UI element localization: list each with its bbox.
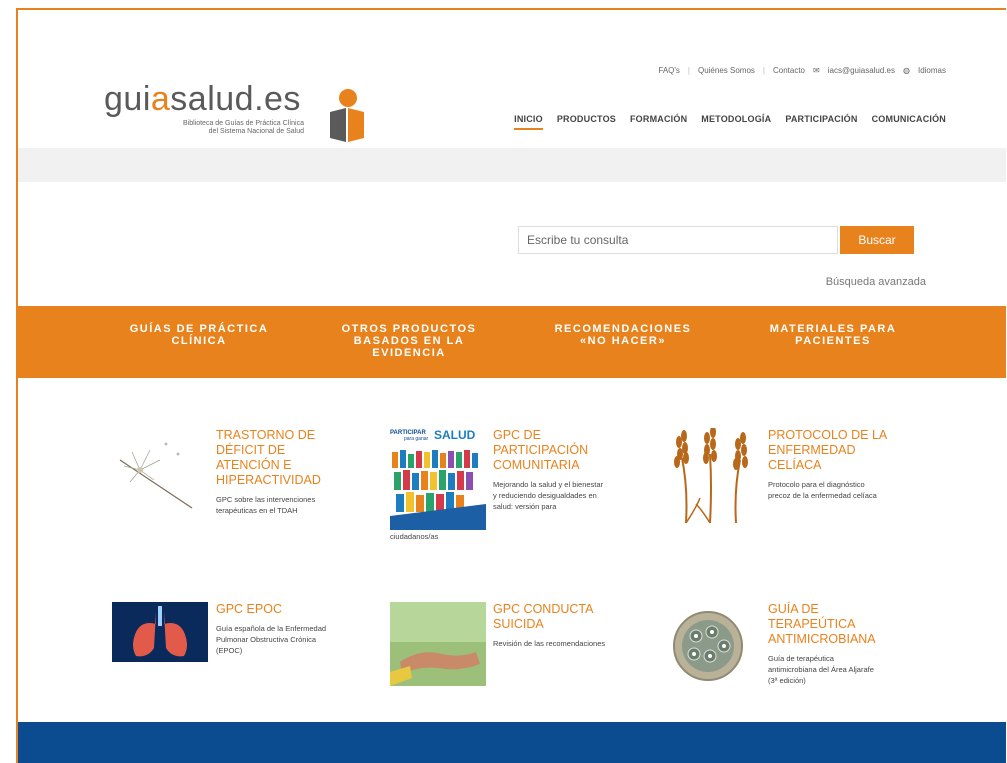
card-title: GPC CONDUCTA SUICIDA (493, 602, 594, 631)
category-otros-productos[interactable]: OTROS PRODUCTOS BASADOS EN LA EVIDENCIA (324, 323, 494, 359)
advanced-search-link[interactable]: Búsqueda avanzada (826, 276, 926, 288)
nav-comunicacion[interactable]: COMUNICACIÓN (872, 114, 946, 130)
nav-productos[interactable]: PRODUCTOS (557, 114, 616, 130)
about-link[interactable]: Quiénes Somos (698, 66, 755, 75)
card-title: PROTOCOLO DE LA ENFERMEDAD CELÍACA (768, 428, 888, 472)
search-input[interactable]: Escribe tu consulta (518, 226, 838, 254)
lungs-image[interactable] (112, 602, 208, 662)
hands-image[interactable] (390, 602, 486, 686)
card-epoc[interactable]: GPC EPOC Guía española de la Enfermedad P… (216, 602, 356, 656)
nav-metodologia[interactable]: METODOLOGÍA (701, 114, 771, 130)
site-logo[interactable]: guiasalud.es Biblioteca de Guías de Prác… (104, 82, 304, 136)
page-frame: guiasalud.es Biblioteca de Guías de Prác… (16, 8, 1006, 763)
separator: | (762, 66, 765, 75)
category-gpc[interactable]: GUÍAS DE PRÁCTICA CLÍNICA (114, 323, 284, 347)
card-celiaca[interactable]: PROTOCOLO DE LA ENFERMEDAD CELÍACA Protoco… (768, 428, 918, 501)
main-nav: INICIO PRODUCTOS FORMACIÓN METODOLOGÍA P… (514, 114, 946, 130)
contact-link[interactable]: Contacto (773, 66, 805, 75)
card-participacion[interactable]: GPC DE PARTICIPACIÓN COMUNITARIA Mejorando… (493, 428, 633, 512)
card-conducta-suicida[interactable]: GPC CONDUCTA SUICIDA Revisión de las reco… (493, 602, 633, 649)
card-image-people[interactable]: PARTICIPAR para ganar SALUD (390, 428, 486, 530)
logo-wordmark: guiasalud.es (104, 80, 301, 118)
globe-icon: ◍ (903, 66, 910, 75)
petri-dish-image[interactable] (670, 606, 750, 686)
email-link[interactable]: iacs@guiasalud.es (828, 66, 895, 75)
gray-band (18, 148, 1006, 182)
category-materiales[interactable]: MATERIALES PARA PACIENTES (748, 323, 918, 347)
mail-icon: ✉ (813, 66, 820, 75)
card-title: TRASTORNO DE DÉFICIT DE ATENCIÓN E HIPERACT… (216, 428, 321, 487)
card-image-dandelion[interactable] (110, 430, 200, 520)
card-description: Protocolo para el diagnóstico precoz de l… (768, 480, 877, 500)
wheat-icon[interactable] (666, 428, 756, 528)
card-description: Revisión de las recomendaciones (493, 639, 606, 648)
card-description-overflow: ciudadanos/as (390, 532, 439, 541)
faqs-link[interactable]: FAQ's (658, 66, 680, 75)
card-title: GUÍA DE TERAPEÚTICA ANTIMICROBIANA (768, 602, 876, 646)
card-description: Guía de terapéutica antimicrobiana del Ár… (768, 654, 874, 685)
logo-mark-icon (324, 88, 368, 146)
card-tdah[interactable]: TRASTORNO DE DÉFICIT DE ATENCIÓN E HIPERACT… (216, 428, 346, 516)
card-description: Mejorando la salud y el bienestar y reduc… (493, 480, 604, 511)
logo-subtitle: Biblioteca de Guías de Práctica Clínica … (182, 120, 304, 135)
footer-bar (18, 722, 1006, 763)
nav-inicio[interactable]: INICIO (514, 114, 543, 130)
nav-formacion[interactable]: FORMACIÓN (630, 114, 687, 130)
nav-participacion[interactable]: PARTICIPACIÓN (785, 114, 857, 130)
card-description: GPC sobre las intervenciones terapéuticas… (216, 495, 316, 515)
badge-word: SALUD (434, 428, 476, 442)
badge-sub: para ganar (404, 436, 429, 442)
card-title: GPC DE PARTICIPACIÓN COMUNITARIA (493, 428, 589, 472)
top-links: FAQ's | Quiénes Somos | Contacto ✉ iacs@… (658, 66, 946, 75)
languages-link[interactable]: Idiomas (918, 66, 946, 75)
card-antimicrobiana[interactable]: GUÍA DE TERAPEÚTICA ANTIMICROBIANA Guía de… (768, 602, 918, 686)
card-title: GPC EPOC (216, 602, 282, 616)
card-description: Guía española de la Enfermedad Pulmonar O… (216, 624, 327, 655)
separator: | (687, 66, 690, 75)
search-button[interactable]: Buscar (840, 226, 914, 254)
category-no-hacer[interactable]: RECOMENDACIONES «NO HACER» (538, 323, 708, 347)
